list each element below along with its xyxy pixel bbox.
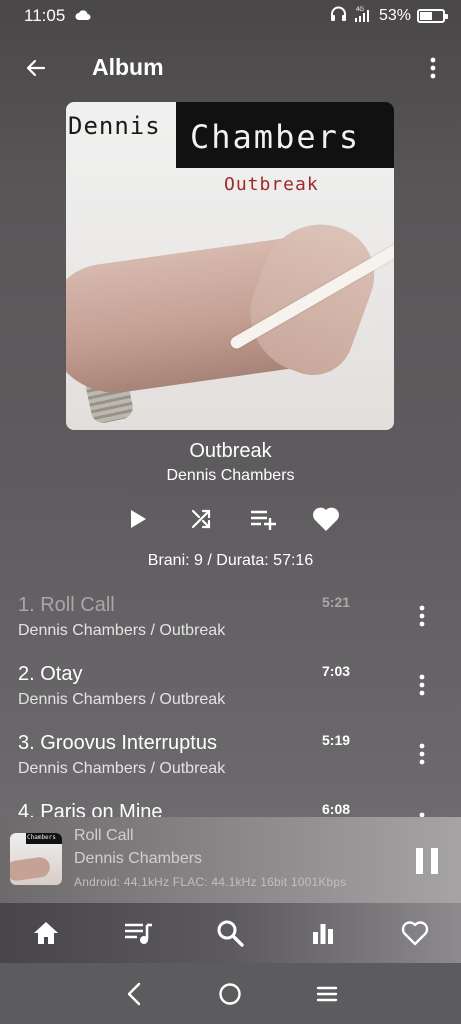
recents-menu-icon [316,986,338,1001]
page-title: Album [92,54,164,80]
album-cover: Dennis Chambers Outbreak [66,102,394,430]
track-menu-button[interactable] [410,600,434,632]
cover-text-outbreak: Outbreak [224,174,319,195]
track-menu-button[interactable] [410,738,434,770]
album-artist[interactable]: Dennis Chambers [0,467,461,485]
play-icon [131,510,146,528]
system-navigation [0,963,461,1024]
queue-music-icon [125,923,153,944]
track-subtitle: Dennis Chambers / Outbreak [18,691,226,708]
track-row-1[interactable]: 1. Roll Call Dennis Chambers / Outbreak … [0,586,461,655]
add-to-playlist-button[interactable] [245,501,281,537]
track-row-2[interactable]: 2. Otay Dennis Chambers / Outbreak 7:03 [0,655,461,724]
search-icon [217,920,245,947]
cloud-icon [75,6,91,26]
track-title: 1. Roll Call [18,594,115,616]
home-icon [34,922,59,944]
home-circle-icon [219,982,242,1005]
album-track-info: Brani: 9 / Durata: 57:16 [147,552,314,569]
cover-text-dennis: Dennis [68,112,161,140]
nav-equalizer[interactable] [303,913,343,953]
more-vertical-icon [419,674,425,696]
track-duration: 7:03 [322,663,351,679]
track-title: 3. Groovus Interruptus [18,732,217,754]
arrow-left-icon [26,59,46,77]
mini-player[interactable]: Chambers Roll Call Dennis Chambers Andro… [0,817,461,903]
mini-cover-arm [10,856,52,882]
track-subtitle: Dennis Chambers / Outbreak [18,760,226,777]
system-back-button[interactable] [114,974,154,1014]
mini-player-cover[interactable]: Chambers [10,833,62,885]
track-menu-button[interactable] [410,807,434,817]
more-vertical-icon [419,605,425,627]
track-list: 1. Roll Call Dennis Chambers / Outbreak … [0,586,461,817]
track-title: 4. Paris on Mine [18,801,163,817]
network-label: 4G [356,7,364,13]
album-title: Outbreak [189,440,272,462]
track-menu-button[interactable] [410,669,434,701]
nav-search[interactable] [210,913,250,953]
album-actions [120,500,344,538]
back-chevron-icon [127,982,141,1005]
track-duration: 5:21 [322,594,351,610]
bottom-navigation [0,903,461,963]
mini-player-artist: Dennis Chambers [74,850,203,867]
back-button[interactable] [20,52,52,84]
system-home-button[interactable] [210,974,250,1014]
pause-icon [416,848,438,874]
status-time: 11:05 [24,6,66,25]
more-vertical-icon [430,57,436,79]
status-bar: 11:05 4G 53% [0,0,461,32]
favorite-outline-icon [401,921,429,946]
cover-text-chambers: Chambers [190,118,361,156]
track-subtitle: Dennis Chambers / Outbreak [18,622,226,639]
nav-queue[interactable] [118,913,158,953]
track-duration: 5:19 [322,732,351,748]
signal-icon: 4G [353,5,373,28]
heart-icon [313,507,339,531]
mini-player-title: Roll Call [74,827,134,844]
pause-button[interactable] [410,843,444,879]
more-vertical-icon [419,743,425,765]
mini-cover-text: Chambers [27,834,56,841]
headphones-icon [330,6,347,27]
equalizer-icon [312,924,333,944]
system-recents-button[interactable] [307,974,347,1014]
track-duration: 6:08 [322,801,351,817]
nav-favorites[interactable] [395,913,435,953]
battery-icon [417,9,448,23]
shuffle-button[interactable] [183,501,219,537]
nav-home[interactable] [26,913,66,953]
mini-cover-band: Chambers [26,833,62,844]
track-row-4[interactable]: 4. Paris on Mine 6:08 [0,793,461,817]
top-app-bar: Album [0,40,461,96]
overflow-menu-button[interactable] [421,52,445,84]
mini-player-audio-info: Android: 44.1kHz FLAC: 44.1kHz 16bit 100… [74,875,347,889]
play-button[interactable] [120,501,156,537]
track-title: 2. Otay [18,663,83,685]
add-to-playlist-icon [251,510,277,530]
favorite-button[interactable] [308,501,344,537]
battery-percent: 53% [378,7,411,24]
shuffle-icon [191,509,210,529]
track-row-3[interactable]: 3. Groovus Interruptus Dennis Chambers /… [0,724,461,793]
